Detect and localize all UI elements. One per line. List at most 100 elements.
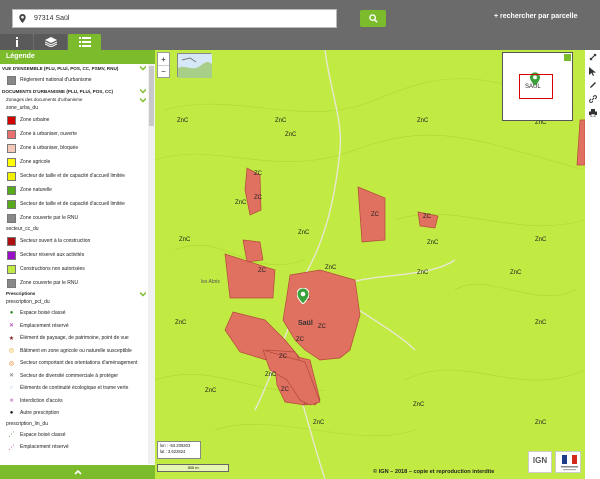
panel-tabs	[0, 34, 155, 50]
legend-symbol-icon: ◎	[8, 360, 15, 367]
republique-francaise-logo	[555, 451, 581, 473]
legend-swatch	[7, 250, 16, 260]
tab-legend[interactable]	[68, 34, 101, 50]
legend-swatch	[7, 115, 16, 125]
zone-label-znc: ZnC	[179, 237, 191, 243]
search-button[interactable]	[360, 10, 386, 27]
legend-swatch	[7, 157, 16, 167]
legend-item-label: Zone couverte par le RNU	[20, 280, 79, 286]
legend-item: ◎ Secteur comportant des orientations d'a…	[0, 357, 148, 370]
map-tools	[585, 50, 600, 479]
legend-item: Zone naturelle	[0, 183, 148, 197]
tool-pointer[interactable]	[585, 64, 600, 78]
lin-items: ⋰ Espace boisé classé ⋰ Emplacement réservé	[0, 429, 148, 454]
legend-item: ⋰ Espace boisé classé	[0, 429, 148, 442]
legend-subsection-prescriptions[interactable]: Prescriptions	[0, 290, 148, 298]
legend-layer-name: zone_urba_du	[6, 105, 38, 111]
legend-item: ◎ Bâtiment en zone agricole ou naturelle …	[0, 345, 148, 358]
tab-layers[interactable]	[34, 34, 67, 50]
legend-swatch	[7, 264, 16, 274]
parcel-search-link[interactable]: + rechercher par parcelle	[494, 13, 577, 20]
legend-item: Zone urbaine	[0, 113, 148, 127]
legend-item: ✕ Secteur de diversité commerciale à prot…	[0, 370, 148, 383]
map-canvas[interactable]: ZnC ZnC ZnC ZnC ZnC ZnC ZnC ZnC ZnC ZnC ZnC ZnC ZnC Z…	[155, 50, 585, 479]
tab-info[interactable]	[0, 34, 33, 50]
zone-label-znc: ZnC	[427, 240, 439, 246]
legend-item-label: Zone couverte par le RNU	[20, 215, 79, 221]
legend-item: ● Autre prescription	[0, 407, 148, 420]
zone-label-znc: ZnC	[175, 320, 187, 326]
legend-symbol-icon: ⋰	[8, 432, 15, 439]
zone-label-znc: ZnC	[235, 200, 247, 206]
overview-label: SAUL	[525, 84, 541, 90]
zone-label-znc: ZnC	[413, 402, 425, 408]
link-icon	[588, 95, 597, 103]
zone-label-zc: ZC	[279, 354, 287, 360]
panel-collapse-button[interactable]	[0, 465, 155, 479]
layers-icon	[44, 37, 57, 47]
zone-label-zc: ZC	[423, 214, 431, 220]
overview-toggle-button[interactable]	[564, 54, 571, 61]
legend-symbol-icon: ⋰	[8, 444, 15, 451]
legend-scrollbar[interactable]	[148, 64, 155, 464]
legend-swatch	[7, 129, 16, 139]
legend-item-label: Interdiction d'accès	[20, 397, 63, 404]
legend-list[interactable]: VUE D'ENSEMBLE (PLU, PLUi, POS, CC, PSMV…	[0, 64, 148, 464]
flag-icon	[561, 455, 578, 471]
legend-item-label: Emplacement réservé	[20, 322, 69, 329]
overview-map[interactable]: SAUL	[502, 52, 573, 121]
tool-print[interactable]	[585, 106, 600, 120]
place-label-les-abris: les Abris	[201, 279, 220, 285]
tool-link[interactable]	[585, 92, 600, 106]
legend-item: Zone couverte par le RNU	[0, 276, 148, 290]
copyright-text: © IGN – 2018 – copie et reproduction int…	[373, 469, 495, 475]
measure-icon	[589, 53, 596, 61]
legend-title: Légende	[0, 50, 155, 64]
legend-item-label: Emplacement réservé	[20, 444, 69, 451]
legend-item-label: Autre prescription	[20, 410, 60, 417]
info-icon	[15, 37, 18, 47]
basemap-thumbnail-icon	[178, 54, 212, 78]
search-input[interactable]: 97314 Saül	[12, 9, 337, 28]
zone-items: Zone urbaine Zone à urbaniser, ouverte Zon…	[0, 113, 148, 225]
legend-panel: Légende VUE D'ENSEMBLE (PLU, PLUi, POS, …	[0, 50, 155, 479]
legend-item: Zone couverte par le RNU	[0, 211, 148, 225]
zone-label-znc: ZnC	[417, 270, 429, 276]
chevron-down-icon	[140, 97, 146, 103]
legend-swatch	[7, 236, 16, 246]
legend-section-documents[interactable]: DOCUMENTS D'URBANISME (PLU, PLUi, POS, C…	[0, 87, 148, 96]
legend-item: ◌ Éléments de continuité écologique et tr…	[0, 382, 148, 395]
chevron-down-icon	[140, 88, 146, 94]
legend-item: Zone à urbaniser, bloquée	[0, 141, 148, 155]
legend-item: ★ Élément de paysage, de patrimoine, poin…	[0, 332, 148, 345]
scale-bar: 300 m	[157, 464, 229, 472]
search-value: 97314 Saül	[34, 15, 70, 22]
legend-item-label: Zone à urbaniser, ouverte	[20, 131, 77, 137]
legend-swatch	[7, 171, 16, 181]
tool-measure[interactable]	[585, 50, 600, 64]
legend-symbol-icon: ✕	[8, 373, 15, 380]
coord-lat: lat : 3.622824	[160, 449, 186, 454]
ign-logo: IGN	[528, 451, 552, 473]
legend-item-label: Zone urbaine	[20, 117, 50, 123]
zone-label-znc: ZnC	[510, 270, 522, 276]
zoom-out-button[interactable]: −	[158, 65, 169, 77]
legend-swatch	[7, 143, 16, 153]
legend-swatch	[7, 185, 16, 195]
legend-item-label: Bâtiment en zone agricole ou naturelle s…	[20, 347, 132, 354]
pencil-icon	[589, 82, 596, 88]
location-marker-icon[interactable]	[297, 288, 309, 304]
legend-item: ✕ Emplacement réservé	[0, 320, 148, 333]
legend-subsection-zonages[interactable]: Zonages des documents d'urbanisme	[0, 96, 148, 104]
legend-swatch	[7, 75, 16, 85]
legend-item: ● Espace boisé classé	[0, 307, 148, 320]
basemap-switcher[interactable]	[177, 53, 212, 78]
scrollbar-thumb[interactable]	[149, 66, 154, 126]
legend-item-label: Secteur de taille et de capacité d'accue…	[20, 173, 125, 179]
legend-item-label: Zone agricole	[20, 159, 51, 165]
legend-section-overview[interactable]: VUE D'ENSEMBLE (PLU, PLUi, POS, CC, PSMV…	[0, 64, 148, 73]
zone-label-znc: ZnC	[275, 118, 287, 124]
tool-draw[interactable]	[585, 78, 600, 92]
print-icon	[588, 109, 597, 117]
zoom-in-button[interactable]: +	[158, 53, 169, 65]
